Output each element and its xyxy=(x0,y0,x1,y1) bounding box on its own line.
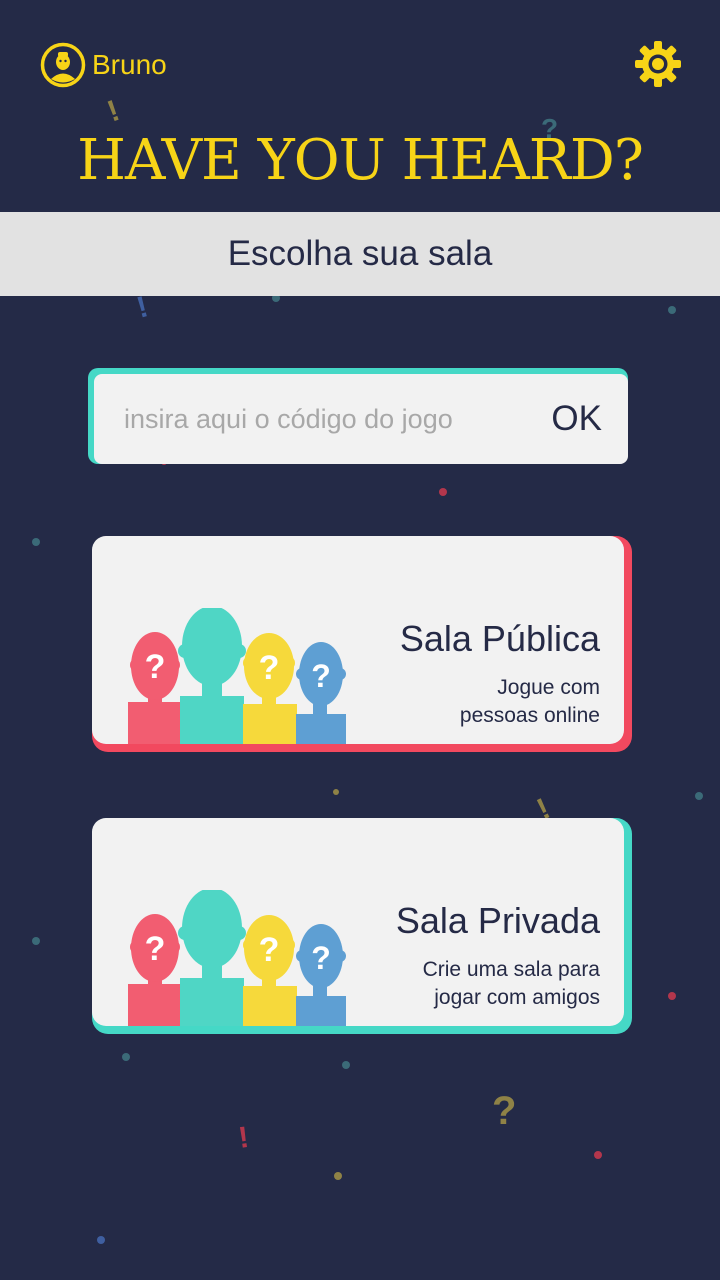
ok-button[interactable]: OK xyxy=(551,374,602,464)
public-room-desc-line1: Jogue com xyxy=(497,676,600,699)
players-illustration-icon: ? ? ? xyxy=(128,890,346,1026)
svg-text:?: ? xyxy=(145,648,166,686)
user-avatar-icon xyxy=(40,42,86,88)
svg-text:?: ? xyxy=(145,930,166,968)
private-room-card-body: ? ? ? Sala Privada Crie uma sala para jo… xyxy=(92,818,624,1026)
user-profile[interactable]: Bruno xyxy=(40,42,167,88)
svg-text:?: ? xyxy=(492,1089,516,1133)
svg-text:?: ? xyxy=(311,658,331,694)
svg-text:!: ! xyxy=(236,1121,250,1155)
svg-text:?: ? xyxy=(259,931,280,969)
public-room-desc-line2: pessoas online xyxy=(459,704,600,727)
game-title: HAVE YOU HEARD? xyxy=(77,128,644,193)
game-code-box: OK xyxy=(94,374,628,464)
svg-text:?: ? xyxy=(311,940,331,976)
private-room-desc-line2: jogar com amigos xyxy=(434,986,600,1009)
username: Bruno xyxy=(92,49,167,80)
game-code-input[interactable] xyxy=(124,403,524,435)
players-illustration-icon: ? ? ? xyxy=(128,608,346,744)
private-room-desc-line1: Crie uma sala para xyxy=(422,958,600,981)
gear-icon[interactable] xyxy=(634,40,682,88)
private-room-description: Crie uma sala para jogar com amigos xyxy=(360,956,600,1012)
public-room-description: Jogue com pessoas online xyxy=(360,674,600,730)
private-room-title: Sala Privada xyxy=(395,900,600,941)
public-room-card[interactable]: ? ? ? Sala Pública Jogue com pessoas onl… xyxy=(92,536,632,752)
game-code-entry: OK xyxy=(88,368,628,464)
section-header: Escolha sua sala xyxy=(0,212,720,296)
top-bar: Bruno xyxy=(0,0,720,130)
private-room-card[interactable]: ? ? ? Sala Privada Crie uma sala para jo… xyxy=(92,818,632,1034)
svg-text:?: ? xyxy=(259,649,280,687)
section-header-label: Escolha sua sala xyxy=(227,234,493,273)
public-room-title: Sala Pública xyxy=(399,618,600,659)
public-room-card-body: ? ? ? Sala Pública Jogue com pessoas onl… xyxy=(92,536,624,744)
